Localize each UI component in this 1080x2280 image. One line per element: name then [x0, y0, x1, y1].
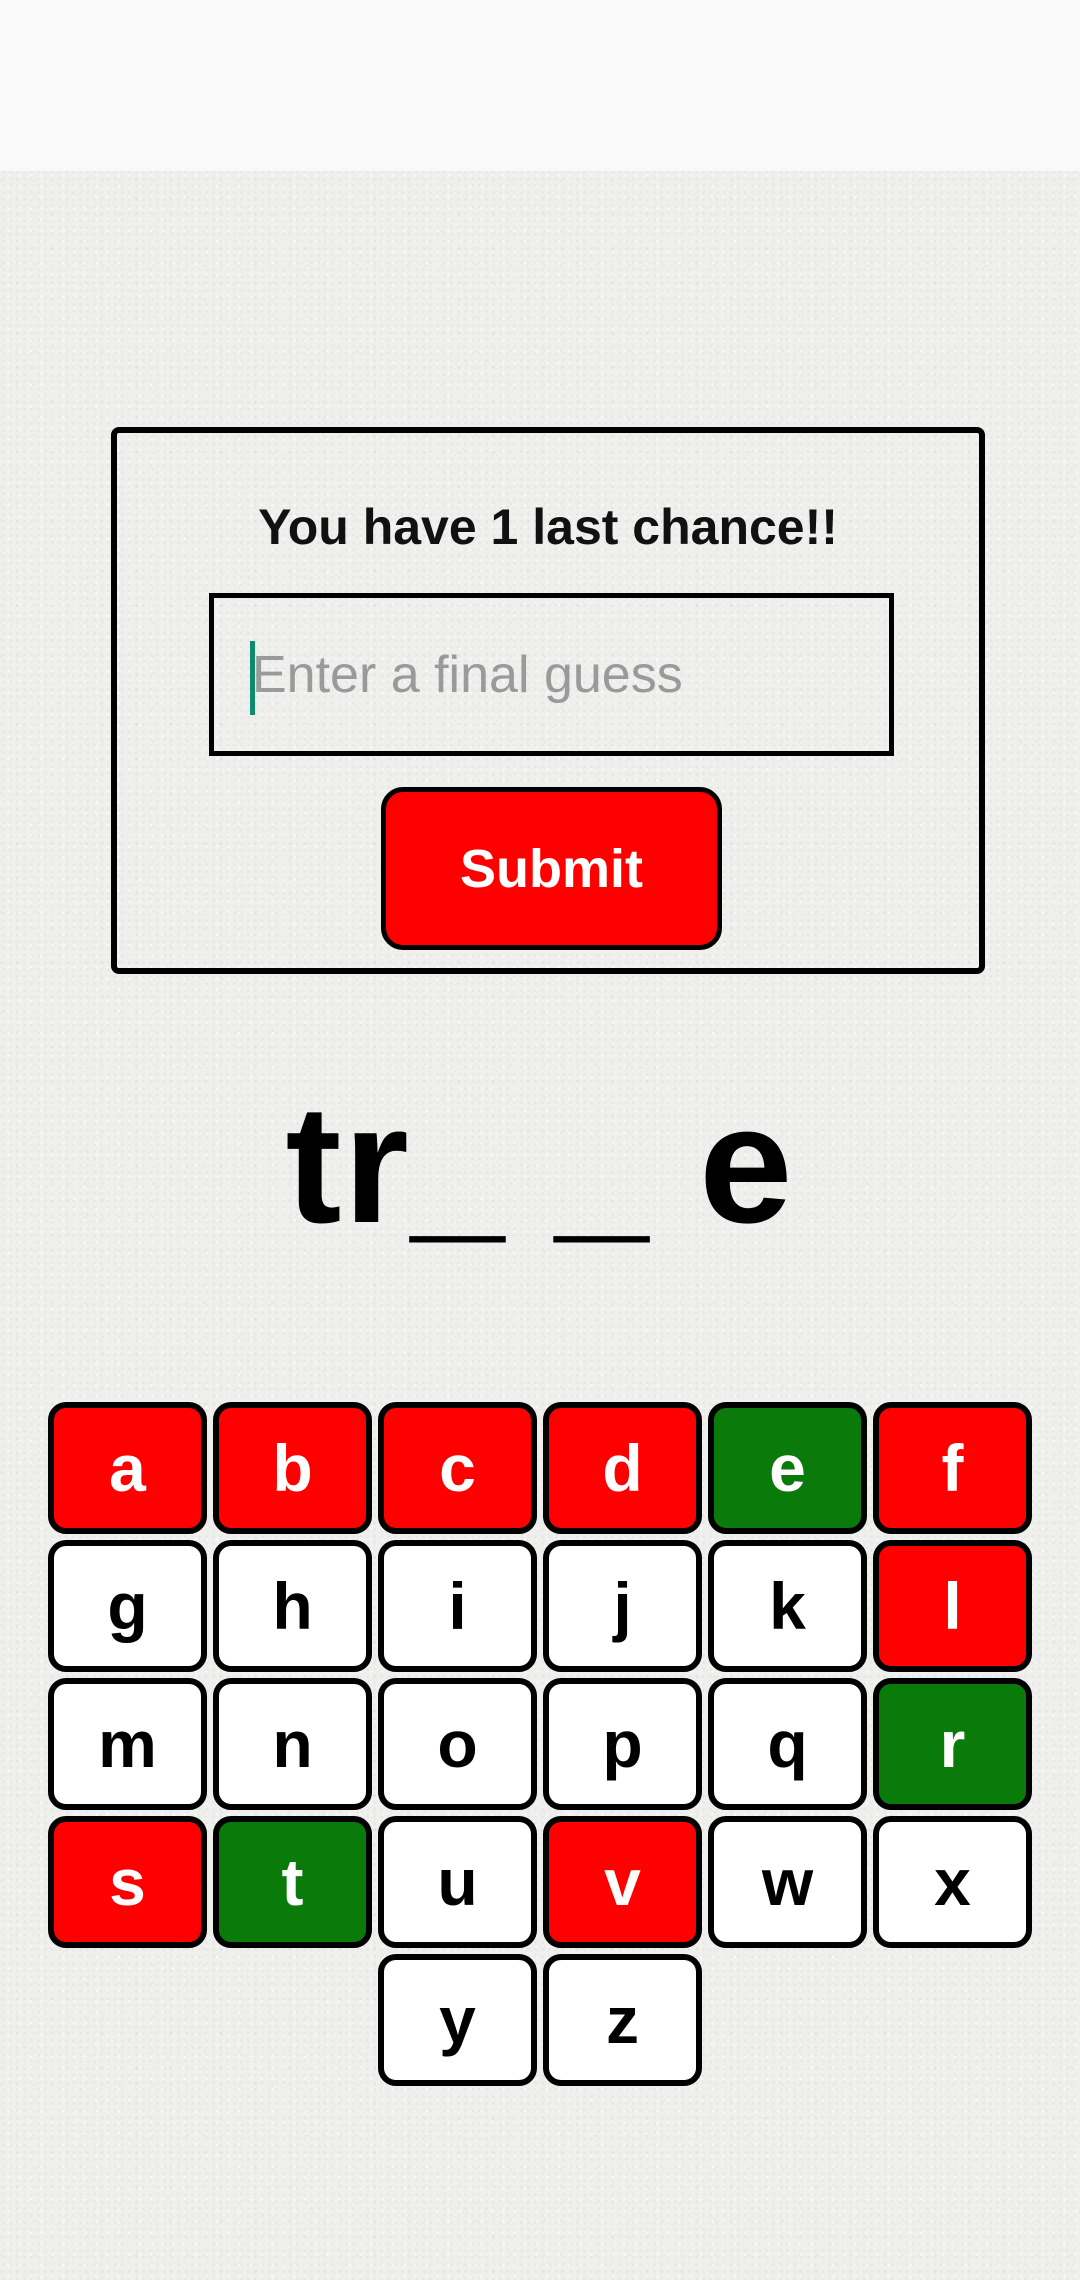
key-z[interactable]: z: [543, 1954, 702, 2086]
final-guess-dialog: You have 1 last chance!! Submit: [111, 427, 985, 974]
key-e[interactable]: e: [708, 1402, 867, 1534]
word-progress: tr_ _ e: [285, 1070, 795, 1258]
key-c[interactable]: c: [378, 1402, 537, 1534]
key-h[interactable]: h: [213, 1540, 372, 1672]
keyboard-row: mnopqr: [44, 1678, 1036, 1810]
key-q[interactable]: q: [708, 1678, 867, 1810]
key-d[interactable]: d: [543, 1402, 702, 1534]
dialog-title: You have 1 last chance!!: [258, 499, 838, 555]
keyboard-row: abcdef: [44, 1402, 1036, 1534]
key-t[interactable]: t: [213, 1816, 372, 1948]
status-bar: [0, 0, 1080, 171]
key-v[interactable]: v: [543, 1816, 702, 1948]
key-o[interactable]: o: [378, 1678, 537, 1810]
letter-keyboard: abcdefghijklmnopqrstuvwxyz: [44, 1402, 1036, 2092]
keyboard-row: yz: [44, 1954, 1036, 2086]
key-u[interactable]: u: [378, 1816, 537, 1948]
keyboard-row: stuvwx: [44, 1816, 1036, 1948]
key-f[interactable]: f: [873, 1402, 1032, 1534]
key-y[interactable]: y: [378, 1954, 537, 2086]
key-p[interactable]: p: [543, 1678, 702, 1810]
key-j[interactable]: j: [543, 1540, 702, 1672]
key-g[interactable]: g: [48, 1540, 207, 1672]
key-m[interactable]: m: [48, 1678, 207, 1810]
key-n[interactable]: n: [213, 1678, 372, 1810]
keyboard-row: ghijkl: [44, 1540, 1036, 1672]
final-guess-field[interactable]: [209, 593, 894, 756]
submit-button[interactable]: Submit: [381, 787, 722, 950]
key-k[interactable]: k: [708, 1540, 867, 1672]
key-w[interactable]: w: [708, 1816, 867, 1948]
key-a[interactable]: a: [48, 1402, 207, 1534]
final-guess-input[interactable]: [252, 598, 872, 751]
key-i[interactable]: i: [378, 1540, 537, 1672]
key-l[interactable]: l: [873, 1540, 1032, 1672]
key-s[interactable]: s: [48, 1816, 207, 1948]
key-x[interactable]: x: [873, 1816, 1032, 1948]
key-b[interactable]: b: [213, 1402, 372, 1534]
key-r[interactable]: r: [873, 1678, 1032, 1810]
